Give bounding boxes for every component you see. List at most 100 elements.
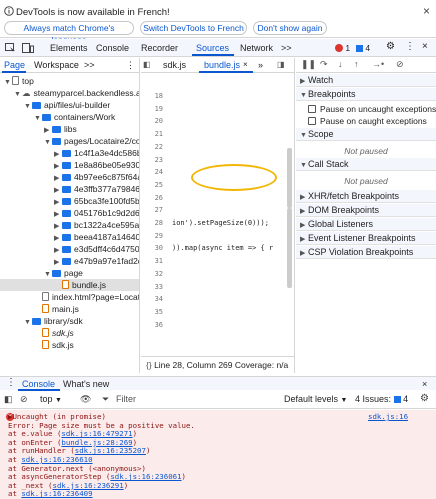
pause-icon[interactable]: ❚❚ — [301, 59, 316, 70]
tree-item[interactable]: sdk.js — [0, 327, 139, 339]
line-number[interactable]: 25 — [141, 181, 163, 189]
drawer-tab-console[interactable]: Console — [22, 379, 55, 389]
tab-recorder[interactable]: Recorder — [141, 43, 178, 53]
live-expression-eye-icon[interactable]: 👁 — [80, 394, 91, 405]
tree-item[interactable]: ▶ libs — [0, 123, 139, 135]
step-over-icon[interactable]: ↷ — [320, 59, 328, 70]
drawer-tab-whats-new[interactable]: What's new — [63, 379, 109, 389]
tree-item[interactable]: ▼ containers/Work — [0, 111, 139, 123]
line-number[interactable]: 36 — [141, 321, 163, 329]
step-out-icon[interactable]: ↑ — [354, 59, 359, 69]
tab-sources[interactable]: Sources — [196, 43, 229, 53]
checkbox-icon[interactable] — [308, 105, 316, 113]
console-settings-gear-icon[interactable]: ⚙ — [420, 393, 429, 404]
editor-scrollbar[interactable] — [287, 148, 292, 208]
source-link[interactable]: sdk.js:16 — [368, 412, 408, 421]
checkbox-icon[interactable] — [308, 117, 316, 125]
line-number[interactable]: 19 — [141, 105, 163, 113]
line-number[interactable]: 32 — [141, 270, 163, 278]
event-listener-breakpoints-section[interactable]: ▶ Event Listener Breakpoints — [296, 232, 436, 245]
line-number[interactable]: 34 — [141, 295, 163, 303]
tree-item[interactable]: ▼ top — [0, 75, 139, 87]
editor-tab-sdk[interactable]: sdk.js — [163, 60, 186, 70]
line-number[interactable]: 35 — [141, 308, 163, 316]
tab-workspace[interactable]: Workspace — [34, 60, 79, 70]
line-number[interactable]: 24 — [141, 168, 163, 176]
line-number[interactable]: 20 — [141, 117, 163, 125]
editor-tab-bundle[interactable]: bundle.js — [204, 60, 240, 70]
line-number[interactable]: 29 — [141, 232, 163, 240]
tree-item[interactable]: ▶045176b1c9d2d6de — [0, 207, 139, 219]
close-tab-icon[interactable]: × — [243, 60, 248, 69]
line-number[interactable]: 23 — [141, 156, 163, 164]
switch-to-french-button[interactable]: Switch DevTools to French — [140, 21, 247, 35]
deactivate-breakpoints-icon[interactable]: ⊘ — [396, 59, 404, 70]
tree-item[interactable]: ▼pages/Locataire2/components — [0, 135, 139, 147]
more-options-icon[interactable]: ⋮ — [405, 41, 415, 52]
tab-console[interactable]: Console — [96, 43, 129, 53]
issues-button[interactable]: 4 Issues: 4 — [355, 394, 408, 404]
tree-item[interactable]: ▶ 4b97ee6c875f64a8 — [0, 171, 139, 183]
line-number[interactable]: 22 — [141, 143, 163, 151]
pause-uncaught-checkbox[interactable]: Pause on uncaught exceptions — [296, 103, 436, 115]
context-selector[interactable]: top ▼ — [40, 394, 62, 404]
tree-item[interactable]: ▶ 65bca3fe100fd5b8 — [0, 195, 139, 207]
csp-violation-breakpoints-section[interactable]: ▶ CSP Violation Breakpoints — [296, 246, 436, 259]
more-editor-tabs-button[interactable]: » — [258, 60, 263, 70]
tree-item[interactable]: sdk.js — [0, 339, 139, 351]
tab-page[interactable]: Page — [4, 60, 25, 70]
filter-input[interactable]: Filter — [116, 394, 136, 404]
tree-item[interactable]: ▼☁ steamyparcel.backendless.app — [0, 87, 139, 99]
code-line[interactable]: ion').setPageSize(0))); — [172, 219, 269, 227]
tree-item[interactable]: ▶ bc1322a4ce595af4 — [0, 219, 139, 231]
drawer-menu-icon[interactable]: ⋮ — [6, 377, 16, 388]
tree-item[interactable]: ▶beea4187a14640dc — [0, 231, 139, 243]
step-icon[interactable]: →• — [372, 59, 384, 69]
close-icon[interactable]: × — [423, 4, 430, 18]
callstack-section[interactable]: ▼Call Stack — [296, 158, 436, 171]
code-line[interactable]: )).map(async item => { r — [172, 244, 273, 252]
log-levels-dropdown[interactable]: Default levels ▼ — [284, 394, 347, 404]
more-tabs-button[interactable]: >> — [281, 43, 292, 53]
dont-show-again-button[interactable]: Don't show again — [253, 21, 327, 35]
dom-breakpoints-section[interactable]: ▶ DOM Breakpoints — [296, 204, 436, 217]
error-count-badge[interactable]: 1 — [335, 43, 350, 53]
breakpoints-section[interactable]: ▼Breakpoints — [296, 88, 436, 101]
line-number[interactable]: 28 — [141, 219, 163, 227]
toggle-navigator-icon[interactable]: ◧ — [143, 60, 151, 69]
close-devtools-icon[interactable]: × — [422, 41, 428, 52]
clear-console-icon[interactable]: ⊘ — [20, 394, 28, 405]
line-number[interactable]: 31 — [141, 257, 163, 265]
source-link[interactable]: sdk.js:16:236409 — [21, 489, 92, 498]
line-number[interactable]: 30 — [141, 244, 163, 252]
tree-item[interactable]: ▶ 1c4f1a3e4dc586bd — [0, 147, 139, 159]
step-into-icon[interactable]: ↓ — [338, 59, 343, 69]
tree-item[interactable]: main.js — [0, 303, 139, 315]
tree-item[interactable]: ▶1e8a86be05e93097 — [0, 159, 139, 171]
issues-count-badge[interactable]: 4 — [356, 43, 370, 53]
tree-item[interactable]: bundle.js — [0, 279, 139, 291]
toggle-debugger-icon[interactable]: ◨ — [277, 60, 285, 69]
pretty-print-icon[interactable]: {} — [146, 360, 152, 370]
tree-item[interactable]: ▶ 4e3ffb377a79846f — [0, 183, 139, 195]
tree-item[interactable]: ▼ page — [0, 267, 139, 279]
tree-item[interactable]: ▶ e3d5dff4c6d47501 — [0, 243, 139, 255]
line-number[interactable]: 26 — [141, 194, 163, 202]
close-drawer-icon[interactable]: × — [422, 379, 427, 389]
tab-elements[interactable]: Elements — [50, 43, 88, 53]
more-options-icon[interactable]: ⋮ — [126, 60, 135, 71]
line-number[interactable]: 18 — [141, 92, 163, 100]
line-number[interactable]: 21 — [141, 130, 163, 138]
tree-item[interactable]: ▼ api/files/ui-builder — [0, 99, 139, 111]
inspect-element-icon[interactable] — [5, 43, 16, 53]
sidebar-toggle-icon[interactable]: ◧ — [4, 394, 13, 405]
global-listeners-section[interactable]: ▶ Global Listeners — [296, 218, 436, 231]
device-toolbar-icon[interactable] — [22, 43, 34, 53]
tree-item[interactable]: ▼ library/sdk — [0, 315, 139, 327]
always-match-language-button[interactable]: Always match Chrome's language — [4, 21, 134, 45]
tab-network[interactable]: Network — [240, 43, 273, 53]
more-nav-tabs-button[interactable]: >> — [84, 60, 95, 70]
tree-item[interactable]: index.html?page=Locataire2 — [0, 291, 139, 303]
line-number[interactable]: 33 — [141, 283, 163, 291]
settings-gear-icon[interactable]: ⚙ — [386, 41, 395, 52]
